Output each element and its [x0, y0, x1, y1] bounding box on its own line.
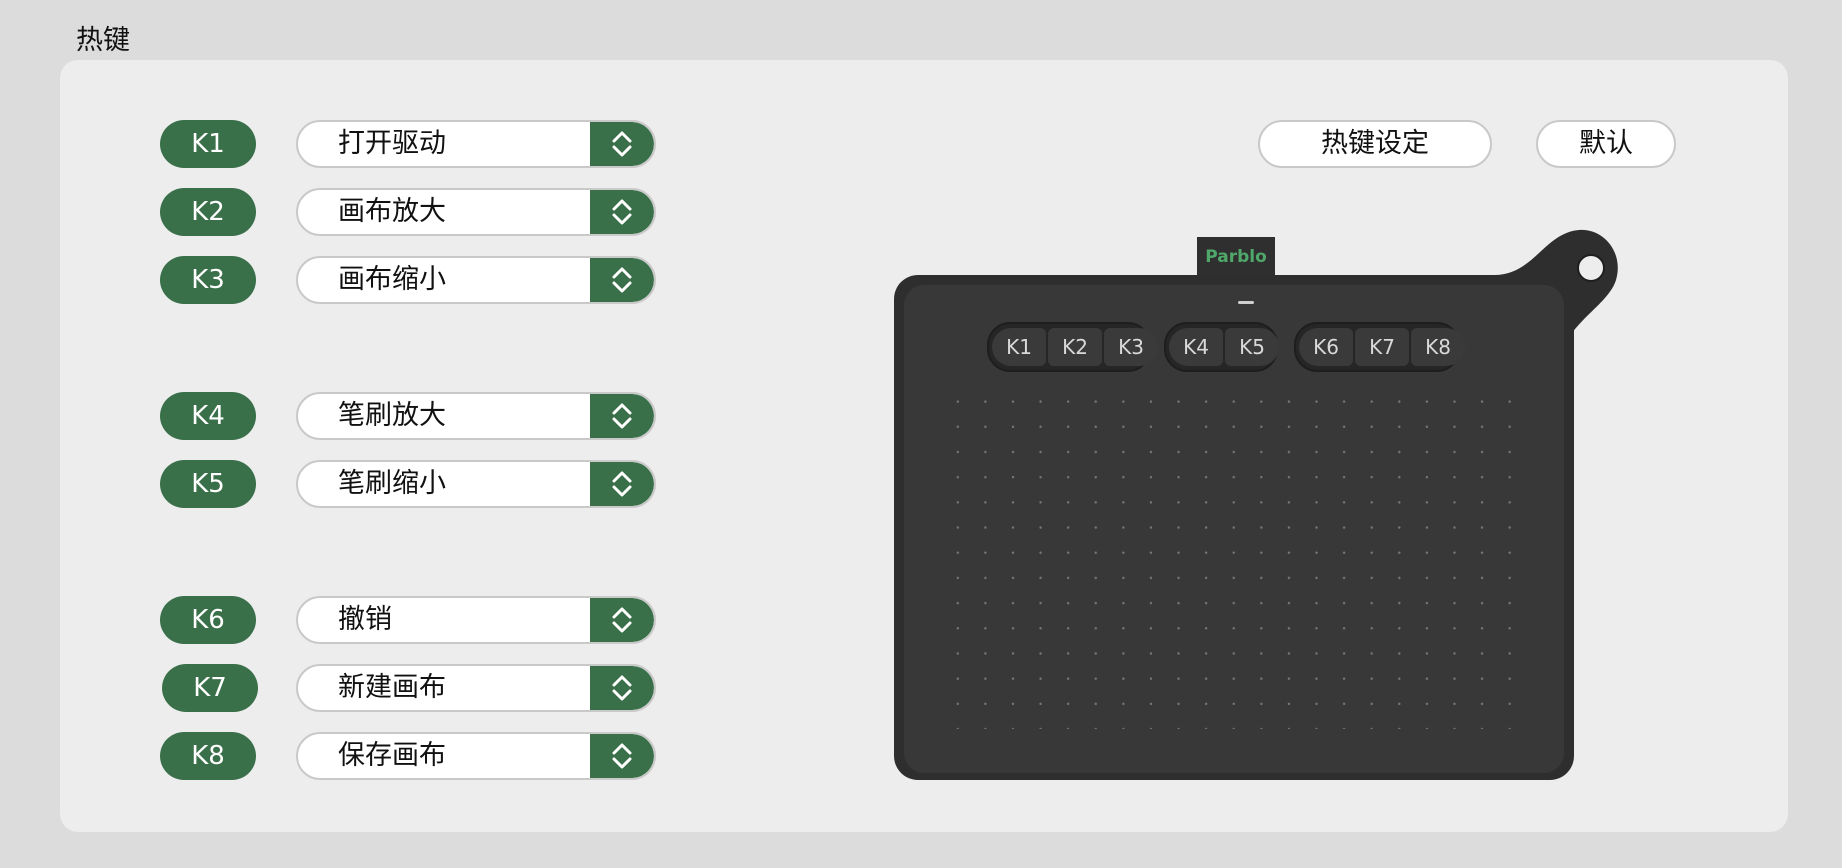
hotkey-select-k3[interactable]: 画布缩小	[296, 256, 656, 304]
select-value: 新建画布	[338, 672, 446, 703]
hotkey-settings-button[interactable]: 热键设定	[1258, 120, 1492, 168]
tablet-key-group-2: K4 K5	[1164, 322, 1279, 372]
select-value: 保存画布	[338, 740, 446, 771]
hotkey-select-k4[interactable]: 笔刷放大	[296, 392, 656, 440]
tablet-illustration: Parblo K1 K2 K3 K4 K5 K6 K7 K8	[894, 228, 1620, 780]
hotkey-badge: K5	[160, 460, 256, 508]
hotkey-badge: K3	[160, 256, 256, 304]
select-value: 笔刷缩小	[338, 468, 446, 499]
hotkey-badge: K6	[160, 596, 256, 644]
tablet-key-group-3: K6 K7 K8	[1294, 322, 1465, 372]
hotkey-badge: K1	[160, 120, 256, 168]
hotkey-select-k7[interactable]: 新建画布	[296, 664, 656, 712]
tablet-active-area-grid	[944, 389, 1524, 729]
tablet-key: K1	[992, 328, 1046, 366]
chevron-up-down-icon[interactable]	[590, 598, 654, 642]
chevron-up-down-icon[interactable]	[590, 258, 654, 302]
select-value: 画布缩小	[338, 264, 446, 295]
tablet-key: K4	[1169, 328, 1223, 366]
select-value: 撤销	[338, 604, 392, 635]
chevron-up-down-icon[interactable]	[590, 394, 654, 438]
hotkey-select-k2[interactable]: 画布放大	[296, 188, 656, 236]
tablet-indicator-light	[1238, 301, 1254, 304]
tablet-key: K5	[1225, 328, 1279, 366]
hotkey-select-k1[interactable]: 打开驱动	[296, 120, 656, 168]
select-value: 笔刷放大	[338, 400, 446, 431]
chevron-up-down-icon[interactable]	[590, 666, 654, 710]
hotkey-select-k8[interactable]: 保存画布	[296, 732, 656, 780]
tablet-surface: K1 K2 K3 K4 K5 K6 K7 K8	[904, 285, 1564, 773]
hotkey-badge: K2	[160, 188, 256, 236]
tablet-key: K2	[1048, 328, 1102, 366]
tablet-key-group-1: K1 K2 K3	[987, 322, 1158, 372]
select-value: 画布放大	[338, 196, 446, 227]
chevron-up-down-icon[interactable]	[590, 734, 654, 778]
hotkey-badge: K7	[162, 664, 258, 712]
tablet-key: K6	[1299, 328, 1353, 366]
chevron-up-down-icon[interactable]	[590, 462, 654, 506]
page-title: 热键	[76, 25, 130, 56]
chevron-up-down-icon[interactable]	[590, 122, 654, 166]
tablet-brand-label: Parblo	[1197, 237, 1275, 277]
tablet-body: K1 K2 K3 K4 K5 K6 K7 K8	[894, 275, 1574, 780]
hotkey-select-k6[interactable]: 撤销	[296, 596, 656, 644]
hotkey-badge: K4	[160, 392, 256, 440]
tablet-key: K7	[1355, 328, 1409, 366]
tablet-key: K8	[1411, 328, 1465, 366]
hotkey-badge: K8	[160, 732, 256, 780]
tablet-key: K3	[1104, 328, 1158, 366]
chevron-up-down-icon[interactable]	[590, 190, 654, 234]
select-value: 打开驱动	[338, 128, 446, 159]
default-button[interactable]: 默认	[1536, 120, 1676, 168]
hotkey-select-k5[interactable]: 笔刷缩小	[296, 460, 656, 508]
